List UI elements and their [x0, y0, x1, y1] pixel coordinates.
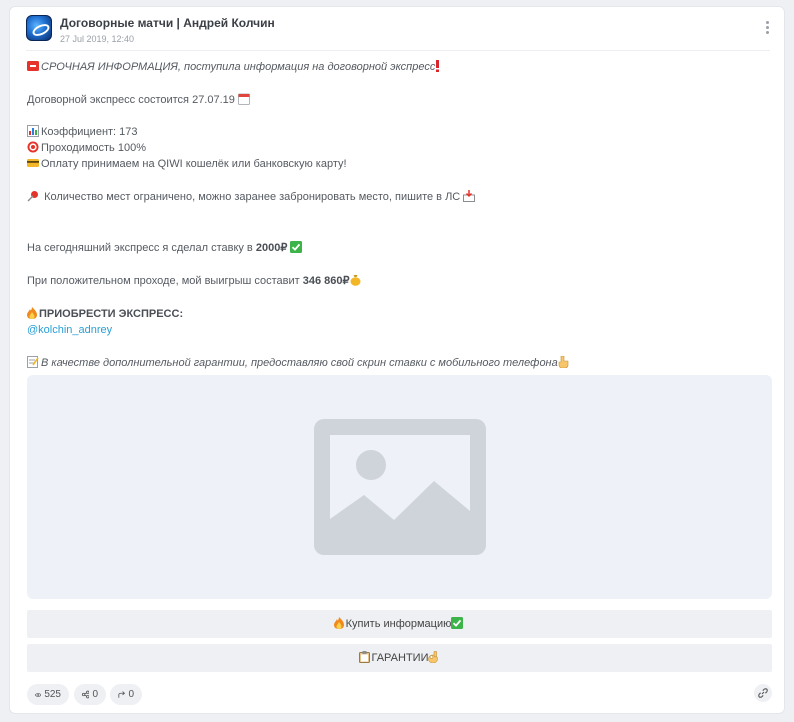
post-header: Договорные матчи | Андрей Колчин 27 Jul …: [26, 15, 774, 51]
views-counter[interactable]: 525: [27, 684, 69, 705]
forward-arrow-icon: [118, 691, 126, 698]
check-mark-icon: [451, 617, 464, 629]
credit-card-icon: [27, 159, 39, 167]
post-line-payment: Оплату принимаем на QIWI кошелёк или бан…: [27, 156, 347, 172]
pointing-down-icon: [558, 356, 569, 368]
contact-link[interactable]: @kolchin_adnrey: [27, 322, 112, 338]
buy-info-button[interactable]: Купить информацию: [27, 610, 772, 638]
bar-chart-icon: [27, 125, 39, 137]
channel-avatar[interactable]: [26, 15, 52, 41]
eye-icon: [35, 692, 42, 697]
inbox-tray-icon: [463, 190, 476, 202]
memo-icon: [27, 356, 39, 368]
post-line-guarantee: В качестве дополнительной гарантии, пред…: [27, 355, 571, 371]
post-date: 27 Jul 2019, 12:40: [60, 34, 135, 44]
fire-icon: [333, 617, 344, 629]
post-line-coefficient: Коэффициент: 173: [27, 124, 138, 140]
shares-counter[interactable]: 0: [74, 684, 106, 705]
image-placeholder-icon: [314, 419, 486, 555]
post-card: Договорные матчи | Андрей Колчин 27 Jul …: [9, 6, 785, 714]
fire-icon: [27, 307, 37, 319]
post-line-passability: Проходимость 100%: [27, 140, 146, 156]
post-line-urgent: СРОЧНАЯ ИНФОРМАЦИЯ, поступила информация…: [27, 59, 442, 75]
post-line-buy-express: ПРИОБРЕСТИ ЭКСПРЕСС:: [27, 306, 183, 322]
header-divider: [26, 50, 770, 51]
post-line-seats: Количество мест ограничено, можно заране…: [27, 189, 477, 205]
calendar-icon: [237, 93, 250, 105]
forwards-counter[interactable]: 0: [110, 684, 142, 705]
post-line-winnings: При положительном проходе, мой выигрыш с…: [27, 273, 363, 289]
clipboard-icon: [358, 651, 370, 663]
exclamation-icon: [436, 60, 440, 72]
share-icon: [82, 690, 90, 699]
post-line-bet: На сегодняшний экспресс я сделал ставку …: [27, 240, 304, 256]
channel-title[interactable]: Договорные матчи | Андрей Колчин: [60, 16, 275, 30]
check-mark-icon: [290, 241, 303, 253]
money-bag-icon: [350, 275, 361, 286]
copy-link-button[interactable]: [754, 684, 772, 702]
link-icon: [758, 688, 768, 698]
post-image-placeholder[interactable]: [27, 375, 772, 599]
guarantees-button[interactable]: ГАРАНТИИ: [27, 644, 772, 672]
post-line-date: Договорной экспресс состоится 27.07.19: [27, 92, 252, 108]
target-icon: [27, 141, 39, 153]
ok-hand-icon: [428, 651, 439, 663]
post-footer: 525 0 0: [27, 684, 772, 708]
pushpin-icon: [27, 191, 38, 202]
more-options-icon[interactable]: [764, 21, 770, 37]
sos-icon: [27, 61, 39, 71]
